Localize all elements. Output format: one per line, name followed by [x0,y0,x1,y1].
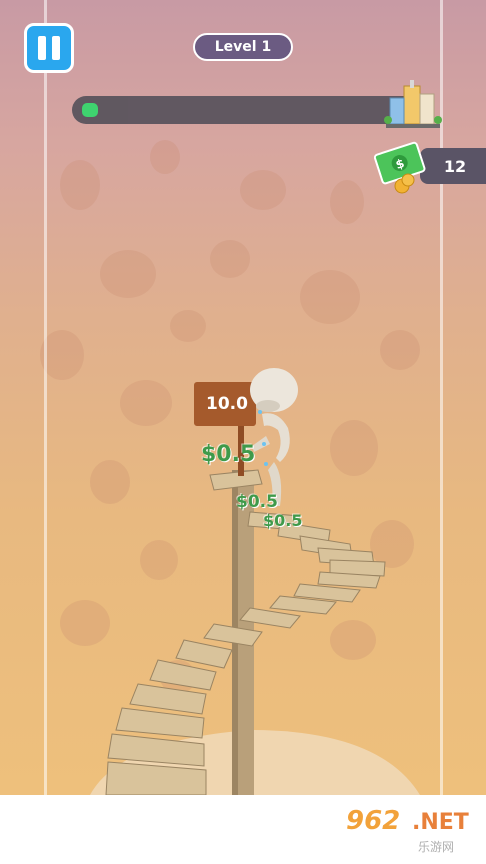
level-progress-bar [72,96,420,124]
city-buildings-icon [384,80,442,128]
watermark-number: 962 [346,806,401,836]
footer-bar: 962 .NET 乐游网 [0,795,486,864]
cash-bill-icon: $ [374,141,426,194]
money-count: 12 [443,156,467,176]
level-indicator: Level 1 [193,33,293,61]
pause-icon [38,36,46,60]
money-counter: 12 [420,148,486,184]
pause-icon [52,36,60,60]
watermark-net: .NET [412,810,469,835]
cash-popup: $0.5 [201,442,256,467]
cash-popup: $0.5 [263,511,303,530]
watermark-logo: 962 .NET 乐游网 [346,806,474,856]
cash-popup: $0.5 [236,492,278,512]
progress-fill [82,103,98,117]
pause-button[interactable] [24,23,74,73]
watermark-chinese: 乐游网 [418,840,455,854]
